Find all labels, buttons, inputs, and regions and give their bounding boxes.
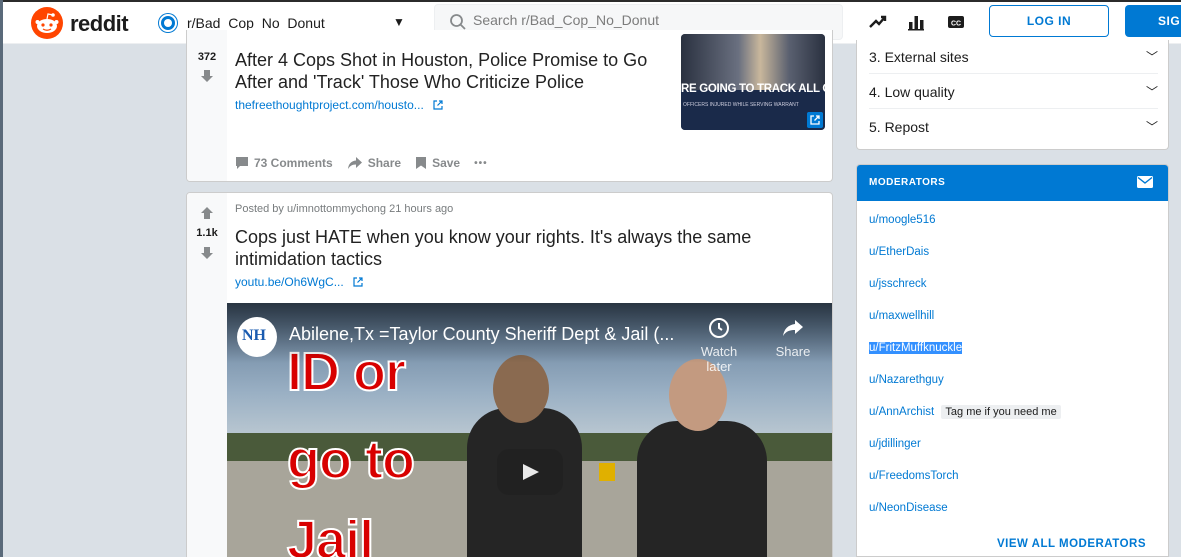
chevron-down-icon: ﹀	[1145, 85, 1158, 99]
downvote-icon[interactable]	[199, 68, 215, 84]
watch-later-button[interactable]: Watch later	[689, 317, 749, 374]
reddit-logo-icon[interactable]	[31, 7, 63, 39]
moderator-link[interactable]: u/moogle516	[869, 214, 936, 226]
closed-captions-icon[interactable]: CC	[946, 12, 966, 32]
post-link[interactable]: thefreethoughtproject.com/housto...	[235, 98, 443, 112]
post-link-text: thefreethoughtproject.com/housto...	[235, 98, 424, 112]
post-link[interactable]: youtu.be/Oh6WgC...	[235, 275, 363, 289]
external-link-icon	[433, 100, 443, 110]
rule-item[interactable]: 4. Low quality ﹀	[869, 75, 1158, 109]
officer-figure	[637, 421, 767, 557]
external-link-icon	[807, 112, 823, 128]
rule-item[interactable]: 3. External sites ﹀	[869, 40, 1158, 74]
officer-head	[493, 355, 549, 423]
share-label: Share	[367, 156, 402, 170]
rules-widget: 3. External sites ﹀ 4. Low quality ﹀ 5. …	[856, 40, 1169, 150]
road-sign	[599, 463, 615, 481]
signup-button[interactable]: SIG	[1125, 5, 1181, 37]
stats-icon[interactable]	[906, 12, 926, 32]
video-overlay-line: go to	[286, 429, 416, 491]
video-share-label: Share	[775, 344, 811, 359]
post-thumbnail[interactable]: RE GOING TO TRACK ALL OF OFFICERS INJURE…	[681, 34, 825, 130]
chevron-down-icon: ﹀	[1145, 120, 1158, 134]
post-title[interactable]: Cops just HATE when you know your rights…	[235, 226, 795, 270]
channel-avatar[interactable]: NH	[237, 317, 277, 357]
thumbnail-photo	[681, 34, 825, 90]
chevron-down-icon: ﹀	[1145, 50, 1158, 64]
post-card[interactable]: 1.1k Posted by u/imnottommychong 21 hour…	[186, 192, 833, 557]
search-icon	[450, 14, 466, 30]
external-link-icon	[353, 277, 363, 287]
comments-count: 73 Comments	[254, 156, 333, 170]
comment-icon	[236, 157, 248, 169]
video-overlay-line: Jail	[286, 509, 375, 557]
moderator-link[interactable]: u/AnnArchist	[869, 406, 934, 418]
window-left-edge	[0, 0, 3, 557]
share-button[interactable]: Share	[347, 156, 401, 170]
rule-label: 5. Repost	[869, 119, 929, 135]
channel-logo-text: NH	[242, 327, 266, 344]
message-mods-icon[interactable]	[1137, 176, 1153, 188]
share-icon	[347, 157, 362, 169]
post-title[interactable]: After 4 Cops Shot in Houston, Police Pro…	[235, 49, 675, 93]
moderator-link[interactable]: u/jsschreck	[869, 278, 927, 290]
moderators-widget: MODERATORS u/moogle516 u/EtherDais u/jss…	[856, 164, 1169, 557]
moderator-link[interactable]: u/Nazarethguy	[869, 374, 944, 386]
post-actions: 73 Comments Share Save •••	[235, 156, 488, 170]
moderators-title: MODERATORS	[869, 177, 946, 188]
trending-icon[interactable]	[868, 12, 888, 32]
reddit-wordmark[interactable]: reddit	[70, 11, 129, 37]
moderator-link[interactable]: u/EtherDais	[869, 246, 929, 258]
post-meta: Posted by u/imnottommychong 21 hours ago	[235, 203, 454, 215]
post-card[interactable]: 372 After 4 Cops Shot in Houston, Police…	[186, 30, 833, 182]
moderator-link[interactable]: u/FritzMuffknuckle	[869, 342, 963, 354]
chevron-down-icon: ▼	[393, 15, 405, 29]
post-score: 1.1k	[196, 227, 218, 239]
embedded-video[interactable]: ID or go to Jail NH Abilene,Tx =Taylor C…	[227, 303, 832, 557]
rule-item[interactable]: 5. Repost ﹀	[869, 110, 1158, 144]
moderators-header: MODERATORS	[857, 165, 1168, 201]
moderator-link[interactable]: u/maxwellhill	[869, 310, 934, 322]
play-button-icon[interactable]	[497, 449, 563, 495]
search-input[interactable]	[473, 12, 823, 28]
login-button[interactable]: LOG IN	[989, 5, 1109, 37]
subreddit-name: r/Bad_Cop_No_Donut	[187, 15, 325, 31]
save-button[interactable]: Save	[415, 156, 460, 170]
thumbnail-subcaption: OFFICERS INJURED WHILE SERVING WARRANT	[683, 102, 799, 108]
svg-text:CC: CC	[951, 21, 961, 28]
view-all-moderators-button[interactable]: VIEW ALL MODERATORS	[997, 538, 1146, 550]
downvote-icon[interactable]	[199, 245, 215, 261]
moderator-link[interactable]: u/jdillinger	[869, 438, 921, 450]
subreddit-icon	[159, 14, 177, 32]
moderator-link[interactable]: u/FreedomsTorch	[869, 470, 958, 482]
more-options-icon[interactable]: •••	[474, 158, 488, 169]
thumbnail-caption: RE GOING TO TRACK ALL OF	[681, 83, 825, 95]
post-link-text: youtu.be/Oh6WgC...	[235, 275, 344, 289]
watch-later-label: Watch later	[700, 344, 738, 374]
video-title[interactable]: Abilene,Tx =Taylor County Sheriff Dept &…	[289, 324, 674, 345]
comments-button[interactable]: 73 Comments	[235, 156, 333, 170]
moderator-link[interactable]: u/NeonDisease	[869, 502, 948, 514]
video-share-button[interactable]: Share	[763, 317, 823, 359]
clock-icon	[709, 318, 729, 338]
post-score: 372	[197, 51, 217, 63]
rule-label: 3. External sites	[869, 49, 969, 65]
thumbnail-banner	[681, 90, 825, 130]
upvote-icon[interactable]	[199, 205, 215, 221]
moderator-row: u/AnnArchist Tag me if you need me	[869, 405, 1061, 419]
save-label: Save	[432, 156, 461, 170]
rule-label: 4. Low quality	[869, 84, 955, 100]
moderator-flair: Tag me if you need me	[941, 405, 1061, 419]
bookmark-icon	[416, 157, 427, 169]
share-arrow-icon	[783, 320, 803, 336]
